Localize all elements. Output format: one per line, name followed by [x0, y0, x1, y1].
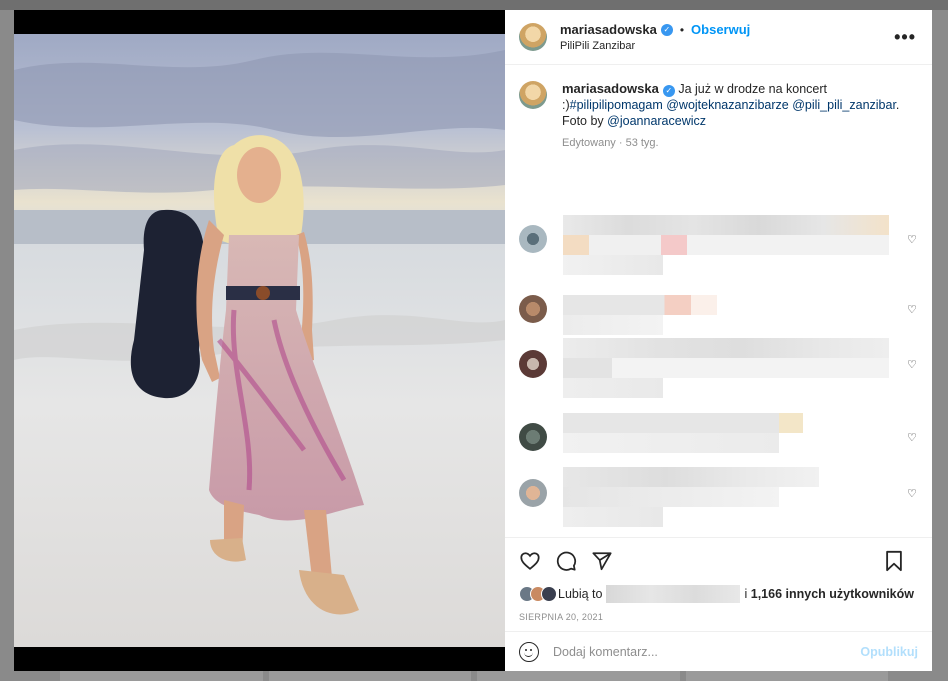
post-header: mariasadowska ✓ • Obserwuj PiliPili Zanz… — [505, 10, 932, 65]
verified-badge-icon: ✓ — [660, 23, 673, 36]
post-actions-bar — [505, 537, 932, 583]
commenter-avatar[interactable] — [519, 423, 547, 451]
likes-conjunction: i — [744, 587, 748, 601]
heart-icon[interactable]: ♡ — [907, 235, 917, 246]
commenter-avatar[interactable] — [519, 479, 547, 507]
likes-prefix: Lubią to — [558, 587, 603, 601]
commenter-avatar[interactable] — [519, 350, 547, 378]
caption-username[interactable]: mariasadowska — [562, 81, 659, 96]
heart-icon[interactable] — [519, 550, 541, 572]
liker-avatars[interactable] — [519, 586, 557, 602]
heart-icon[interactable]: ♡ — [907, 433, 917, 444]
more-options-icon[interactable]: ••• — [894, 28, 916, 46]
author-username[interactable]: mariasadowska — [560, 22, 657, 37]
likes-summary: Lubią to i 1,166 innych użytkowników — [505, 583, 932, 605]
follow-button[interactable]: Obserwuj — [691, 22, 750, 37]
author-avatar[interactable] — [519, 23, 547, 51]
mention-link[interactable]: @wojteknazanzibarze — [666, 98, 788, 112]
emoji-icon[interactable] — [519, 641, 539, 662]
header-separator: • — [679, 22, 685, 37]
share-icon[interactable] — [591, 550, 613, 572]
mention-link[interactable]: @joannaracewicz — [607, 114, 706, 128]
hashtag-link[interactable]: #pilipilipomagam — [570, 98, 663, 112]
commenter-avatar[interactable] — [519, 295, 547, 323]
comment-input[interactable] — [553, 644, 861, 659]
heart-icon[interactable]: ♡ — [907, 305, 917, 316]
verified-badge-icon: ✓ — [662, 85, 675, 97]
caption-avatar[interactable] — [519, 81, 547, 109]
caption-text: mariasadowska ✓ Ja już w drodze na koncer… — [562, 81, 902, 129]
background-feed-strip — [0, 0, 948, 10]
post-comment-button[interactable]: Opublikuj — [860, 645, 918, 659]
post-location[interactable]: PiliPili Zanzibar — [560, 40, 750, 52]
background-thumbnails — [60, 671, 888, 681]
comment-icon[interactable] — [555, 550, 577, 572]
caption: mariasadowska ✓ Ja już w drodze na koncer… — [519, 81, 918, 129]
redacted-liker-name — [606, 585, 741, 603]
beach-photo-illustration — [14, 10, 505, 671]
post-side-panel: mariasadowska ✓ • Obserwuj PiliPili Zanz… — [505, 10, 932, 671]
comments-scroll-area[interactable]: mariasadowska ✓ Ja już w drodze na koncer… — [505, 65, 932, 537]
add-comment-bar: Opublikuj — [505, 631, 932, 671]
caption-meta: Edytowany · 53 tyg. — [562, 137, 659, 149]
commenter-avatar[interactable] — [519, 225, 547, 253]
likes-count-link[interactable]: 1,166 innych użytkowników — [751, 587, 914, 601]
post-photo[interactable] — [14, 10, 505, 671]
heart-icon[interactable]: ♡ — [907, 360, 917, 371]
heart-icon[interactable]: ♡ — [907, 489, 917, 500]
mention-link[interactable]: @pili_pili_zanzibar — [792, 98, 896, 112]
post-modal: mariasadowska ✓ • Obserwuj PiliPili Zanz… — [14, 10, 932, 671]
post-date[interactable]: SIERPNIA 20, 2021 — [505, 605, 932, 627]
bookmark-icon[interactable] — [884, 550, 904, 572]
